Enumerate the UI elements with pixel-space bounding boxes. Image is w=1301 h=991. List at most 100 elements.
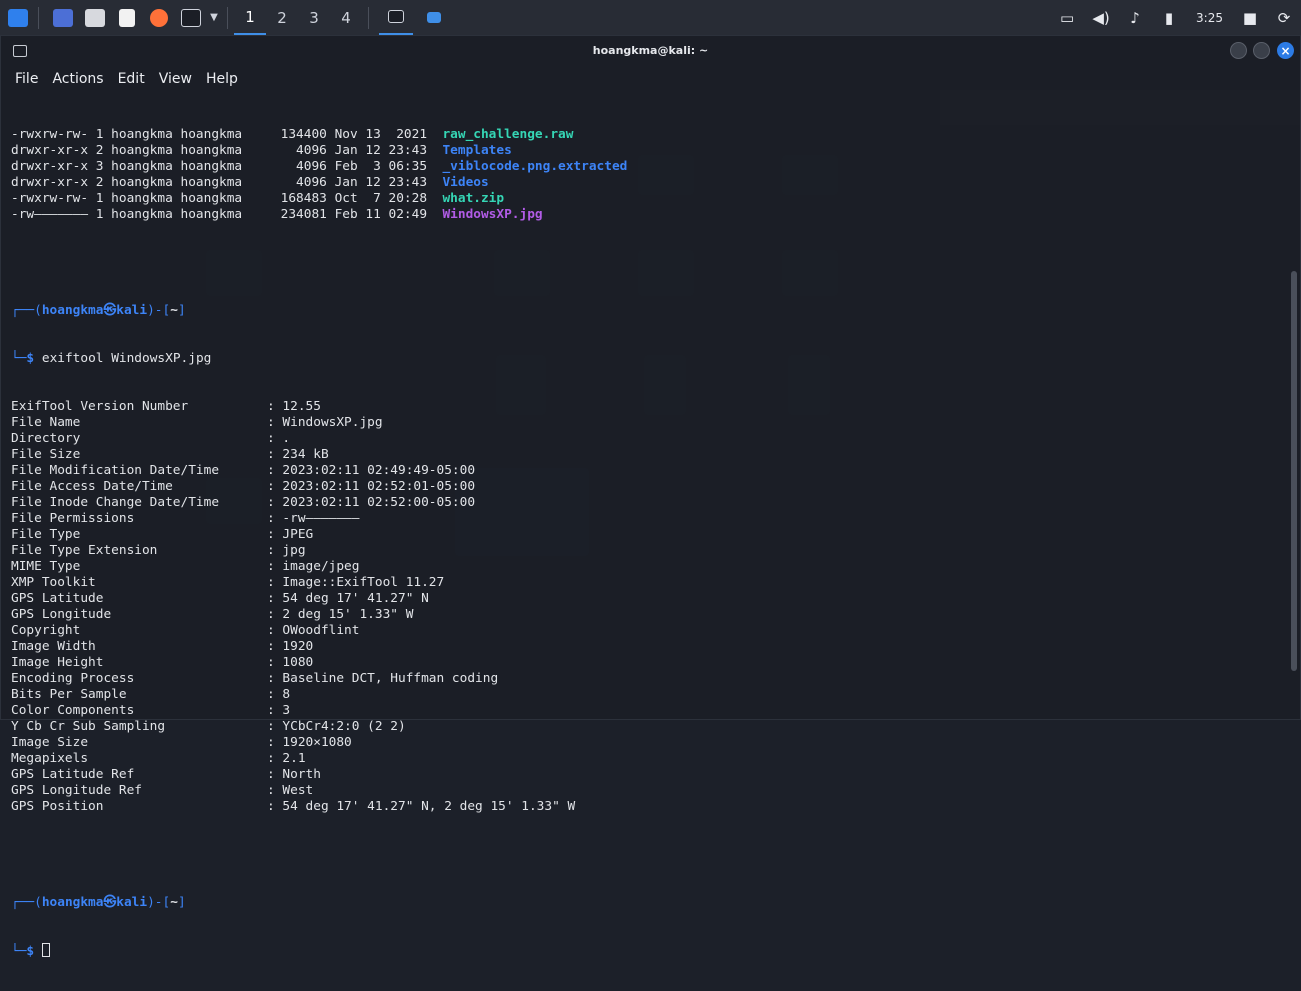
- listing-filename: Videos: [442, 175, 489, 190]
- firefox-button[interactable]: [145, 0, 173, 35]
- command-line: └─$ exiftool WindowsXP.jpg: [11, 351, 212, 366]
- clock[interactable]: 3:25: [1196, 11, 1223, 25]
- exif-row: File Inode Change Date/Time: 2023:02:11 …: [11, 495, 1286, 511]
- exif-separator: :: [267, 511, 283, 526]
- exif-key: File Type: [11, 527, 81, 542]
- exif-key: MIME Type: [11, 559, 81, 574]
- exif-value: .: [282, 431, 291, 446]
- menu-view[interactable]: View: [159, 71, 192, 87]
- prompt-line: ┌──(hoangkma㉿kali)-[~]: [11, 303, 186, 318]
- system-tray: ▭ ◀) ♪ ▮ 3:25 ■ ⟳: [1050, 0, 1301, 35]
- screen-icon[interactable]: ▭: [1050, 0, 1084, 35]
- exif-separator: :: [267, 399, 283, 414]
- listing-meta: -rw——————— 1 hoangkma hoangkma 234081 Fe…: [11, 207, 443, 222]
- exif-value: Image::ExifTool 11.27: [282, 575, 445, 590]
- menu-help[interactable]: Help: [206, 71, 238, 87]
- exif-key: Directory: [11, 431, 81, 446]
- kali-menu-button[interactable]: [4, 0, 32, 35]
- exif-value: 2 deg 15' 1.33" W: [282, 607, 414, 622]
- exif-row: Megapixels: 2.1: [11, 751, 1286, 767]
- text-editor-button[interactable]: [113, 0, 141, 35]
- taskbar-separator: [38, 6, 39, 29]
- exif-separator: :: [267, 655, 283, 670]
- exif-key: File Permissions: [11, 511, 135, 526]
- exif-row: Bits Per Sample: 8: [11, 687, 1286, 703]
- exif-separator: :: [267, 671, 283, 686]
- file-manager-button[interactable]: [81, 0, 109, 35]
- menu-file[interactable]: File: [15, 71, 38, 87]
- input-line[interactable]: └─$: [11, 943, 1286, 959]
- exif-separator: :: [267, 543, 283, 558]
- terminal-window-icon: [388, 10, 404, 23]
- exif-key: File Type Extension: [11, 543, 158, 558]
- exif-separator: :: [267, 495, 283, 510]
- exif-row: Copyright: OWoodflint: [11, 623, 1286, 639]
- exif-value: 2023:02:11 02:49:49-05:00: [282, 463, 476, 478]
- text-editor-icon: [119, 8, 135, 27]
- taskbar-separator: [227, 6, 228, 29]
- taskbar-window-terminal[interactable]: [379, 0, 413, 35]
- logout-icon[interactable]: ⟳: [1267, 0, 1301, 35]
- exif-key: Image Height: [11, 655, 104, 670]
- exif-separator: :: [267, 479, 283, 494]
- exif-separator: :: [267, 447, 283, 462]
- text-cursor: [41, 943, 50, 957]
- volume-icon[interactable]: ◀): [1084, 0, 1118, 35]
- exif-separator: :: [267, 719, 283, 734]
- folder-window-icon: [427, 12, 441, 23]
- listing-meta: -rwxrw-rw- 1 hoangkma hoangkma 168483 Oc…: [11, 191, 443, 206]
- workspace-3[interactable]: 3: [298, 0, 330, 35]
- exif-separator: :: [267, 639, 283, 654]
- maximize-button[interactable]: [1253, 42, 1270, 59]
- workspace-1[interactable]: 1: [234, 0, 266, 35]
- exif-value: 2023:02:11 02:52:01-05:00: [282, 479, 476, 494]
- taskbar-separator: [368, 6, 369, 29]
- exif-output: ExifTool Version Number: 12.55 File Name:…: [11, 399, 1286, 815]
- exif-key: File Access Date/Time: [11, 479, 173, 494]
- taskbar-window-files[interactable]: [417, 0, 451, 35]
- terminal-output[interactable]: -rwxrw-rw- 1 hoangkma hoangkma 134400 No…: [11, 95, 1286, 991]
- notifications-bell-icon[interactable]: ♪: [1118, 0, 1152, 35]
- file-manager-icon: [85, 8, 105, 27]
- exif-key: GPS Longitude Ref: [11, 783, 142, 798]
- desktop-icon: [53, 8, 73, 27]
- workspace-4[interactable]: 4: [330, 0, 362, 35]
- exif-separator: :: [267, 751, 283, 766]
- minimize-button[interactable]: [1230, 42, 1247, 59]
- exif-key: File Name: [11, 415, 81, 430]
- listing-row: drwxr-xr-x 2 hoangkma hoangkma 4096 Jan …: [11, 143, 1286, 159]
- exif-row: Y Cb Cr Sub Sampling: YCbCr4:2:0 (2 2): [11, 719, 1286, 735]
- exif-separator: :: [267, 463, 283, 478]
- lock-icon[interactable]: ■: [1233, 0, 1267, 35]
- exif-value: West: [282, 783, 314, 798]
- directory-listing: -rwxrw-rw- 1 hoangkma hoangkma 134400 No…: [11, 127, 1286, 223]
- exif-key: Y Cb Cr Sub Sampling: [11, 719, 166, 734]
- exif-key: Copyright: [11, 623, 81, 638]
- workspace-2[interactable]: 2: [266, 0, 298, 35]
- exif-row: File Type Extension: jpg: [11, 543, 1286, 559]
- exif-key: GPS Latitude: [11, 591, 104, 606]
- exif-value: 1920×1080: [282, 735, 352, 750]
- exif-separator: :: [267, 783, 283, 798]
- launcher-dropdown[interactable]: ▼: [207, 0, 221, 35]
- close-icon: ×: [1280, 43, 1291, 58]
- menu-actions[interactable]: Actions: [52, 71, 103, 87]
- exif-row: GPS Latitude: 54 deg 17' 41.27" N: [11, 591, 1286, 607]
- exif-separator: :: [267, 559, 283, 574]
- terminal-launcher-button[interactable]: [177, 0, 205, 35]
- terminal-titlebar[interactable]: hoangkma@kali: ~ ×: [1, 36, 1300, 66]
- show-desktop-button[interactable]: [49, 0, 77, 35]
- exif-key: Image Width: [11, 639, 96, 654]
- listing-filename: _viblocode.png.extracted: [442, 159, 628, 174]
- listing-row: -rw——————— 1 hoangkma hoangkma 234081 Fe…: [11, 207, 1286, 223]
- exif-value: image/jpeg: [282, 559, 360, 574]
- scrollbar[interactable]: [1291, 271, 1297, 671]
- exif-row: MIME Type: image/jpeg: [11, 559, 1286, 575]
- exif-key: Color Components: [11, 703, 135, 718]
- prompt-line: ┌──(hoangkma㉿kali)-[~]: [11, 895, 186, 910]
- close-button[interactable]: ×: [1277, 42, 1294, 59]
- battery-icon[interactable]: ▮: [1152, 0, 1186, 35]
- exif-row: File Name: WindowsXP.jpg: [11, 415, 1286, 431]
- menu-edit[interactable]: Edit: [118, 71, 145, 87]
